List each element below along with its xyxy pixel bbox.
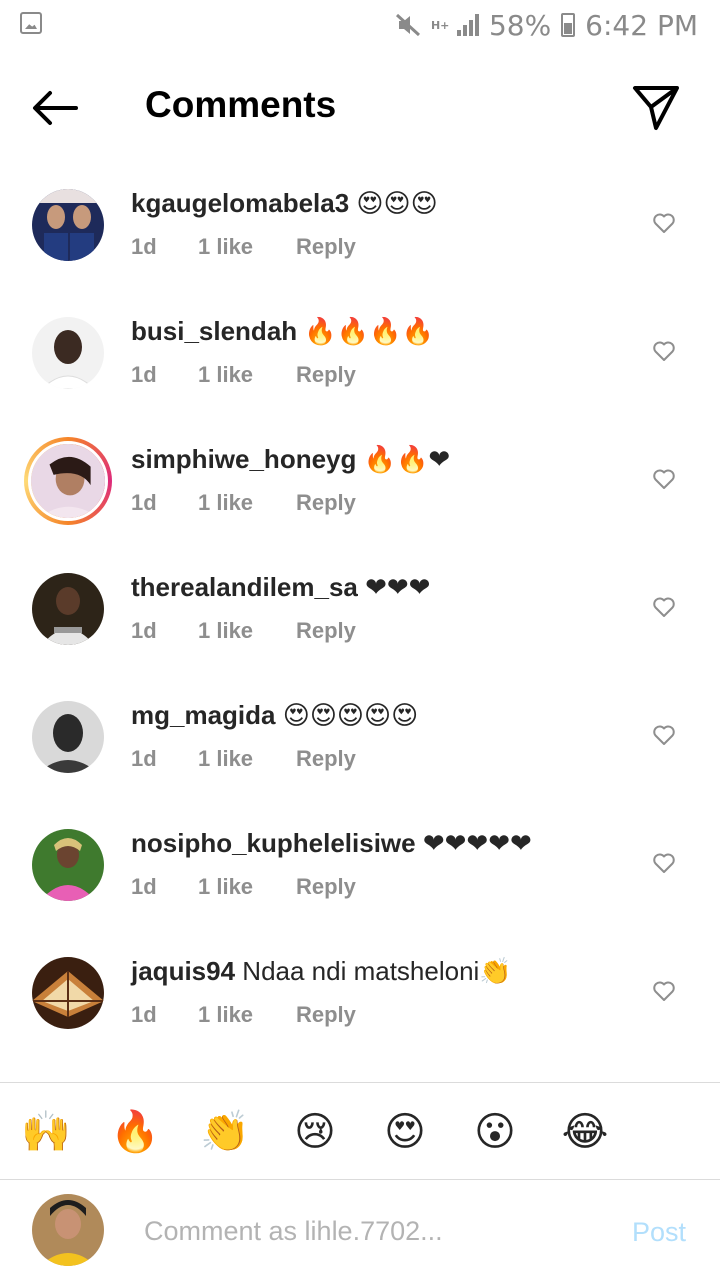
comment-meta: 1d 1 like Reply xyxy=(131,361,356,389)
comment-meta: 1d 1 like Reply xyxy=(131,873,356,901)
comment-likes[interactable]: 1 like xyxy=(198,745,296,773)
emoji-clapping-button[interactable]: 👏 xyxy=(200,1107,250,1157)
heart-icon[interactable] xyxy=(652,724,676,746)
comment-meta: 1d 1 like Reply xyxy=(131,1001,356,1029)
comment-text: busi_slendah 🔥🔥🔥🔥 xyxy=(131,314,434,348)
comment-text: therealandilem_sa ❤❤❤ xyxy=(131,570,430,604)
comment-composer: Post xyxy=(0,1181,720,1280)
avatar[interactable] xyxy=(32,573,104,645)
reply-button[interactable]: Reply xyxy=(296,233,356,261)
comment-row: simphiwe_honeyg 🔥🔥❤ 1d 1 like Reply xyxy=(0,416,720,544)
reply-button[interactable]: Reply xyxy=(296,489,356,517)
comment-username[interactable]: simphiwe_honeyg xyxy=(131,444,356,474)
status-indicators: H+ 58% 6:42 PM xyxy=(395,8,698,42)
comments-list: kgaugelomabela3 😍😍😍 1d 1 like Reply busi… xyxy=(0,160,720,1056)
emoji-surprised-button[interactable]: 😮 xyxy=(470,1107,520,1157)
comment-time: 1d xyxy=(131,618,157,643)
network-type: H+ xyxy=(430,18,450,32)
comment-meta: 1d 1 like Reply xyxy=(131,745,356,773)
comment-time: 1d xyxy=(131,234,157,259)
heart-icon[interactable] xyxy=(652,596,676,618)
header: Comments xyxy=(0,50,720,160)
battery-icon xyxy=(561,13,576,37)
comment-time: 1d xyxy=(131,362,157,387)
comment-time: 1d xyxy=(131,1002,157,1027)
heart-icon[interactable] xyxy=(652,340,676,362)
mute-icon xyxy=(395,13,420,37)
heart-icon[interactable] xyxy=(652,468,676,490)
avatar[interactable] xyxy=(32,189,104,261)
comment-body: 🔥🔥❤ xyxy=(356,444,451,474)
comment-username[interactable]: therealandilem_sa xyxy=(131,572,358,602)
comment-username[interactable]: jaquis94 xyxy=(131,956,235,986)
comment-row: therealandilem_sa ❤❤❤ 1d 1 like Reply xyxy=(0,544,720,672)
emoji-quick-bar: 🙌 🔥 👏 😢 😍 😮 😂 xyxy=(0,1082,720,1180)
comment-likes[interactable]: 1 like xyxy=(198,233,296,261)
emoji-heart-eyes-button[interactable]: 😍 xyxy=(380,1107,430,1157)
comment-text: jaquis94 Ndaa ndi matsheloni👏 xyxy=(131,954,512,988)
comment-username[interactable]: kgaugelomabela3 xyxy=(131,188,349,218)
status-time: 6:42 PM xyxy=(585,8,698,42)
comment-body: 😍😍😍 xyxy=(349,188,438,218)
comment-text: mg_magida 😍😍😍😍😍 xyxy=(131,698,418,732)
reply-button[interactable]: Reply xyxy=(296,1001,356,1029)
gallery-notification-icon xyxy=(20,12,42,34)
comment-body: Ndaa ndi matsheloni👏 xyxy=(235,956,512,986)
signal-icon xyxy=(456,14,479,36)
emoji-raising-hands-button[interactable]: 🙌 xyxy=(21,1107,71,1157)
comment-likes[interactable]: 1 like xyxy=(198,1001,296,1029)
comment-text: simphiwe_honeyg 🔥🔥❤ xyxy=(131,442,450,476)
post-button[interactable]: Post xyxy=(632,1215,686,1249)
comment-body: ❤❤❤ xyxy=(357,572,431,602)
comment-input[interactable] xyxy=(144,1209,604,1253)
comment-time: 1d xyxy=(131,490,157,515)
emoji-crying-button[interactable]: 😢 xyxy=(290,1107,340,1157)
comment-body: 🔥🔥🔥🔥 xyxy=(297,316,434,346)
reply-button[interactable]: Reply xyxy=(296,361,356,389)
avatar-story-ring[interactable] xyxy=(24,437,112,525)
emoji-fire-button[interactable]: 🔥 xyxy=(110,1107,160,1157)
comment-text: kgaugelomabela3 😍😍😍 xyxy=(131,186,438,220)
comment-row: mg_magida 😍😍😍😍😍 1d 1 like Reply xyxy=(0,672,720,800)
avatar xyxy=(28,441,108,521)
reply-button[interactable]: Reply xyxy=(296,617,356,645)
comment-time: 1d xyxy=(131,746,157,771)
comment-body: ❤❤❤❤❤ xyxy=(415,828,532,858)
comment-text: nosipho_kuphelelisiwe ❤❤❤❤❤ xyxy=(131,826,532,860)
comment-row: busi_slendah 🔥🔥🔥🔥 1d 1 like Reply xyxy=(0,288,720,416)
current-user-avatar xyxy=(32,1194,104,1266)
comment-meta: 1d 1 like Reply xyxy=(131,617,356,645)
comment-likes[interactable]: 1 like xyxy=(198,489,296,517)
heart-icon[interactable] xyxy=(652,980,676,1002)
reply-button[interactable]: Reply xyxy=(296,745,356,773)
avatar[interactable] xyxy=(32,317,104,389)
comment-row: nosipho_kuphelelisiwe ❤❤❤❤❤ 1d 1 like Re… xyxy=(0,800,720,928)
avatar[interactable] xyxy=(32,829,104,901)
comment-time: 1d xyxy=(131,874,157,899)
comment-meta: 1d 1 like Reply xyxy=(131,233,356,261)
comment-username[interactable]: nosipho_kuphelelisiwe xyxy=(131,828,416,858)
page-title: Comments xyxy=(145,84,337,125)
heart-icon[interactable] xyxy=(652,852,676,874)
comment-row: kgaugelomabela3 😍😍😍 1d 1 like Reply xyxy=(0,160,720,288)
avatar[interactable] xyxy=(32,701,104,773)
comment-likes[interactable]: 1 like xyxy=(198,873,296,901)
status-bar: H+ 58% 6:42 PM xyxy=(0,0,720,50)
comment-username[interactable]: busi_slendah xyxy=(131,316,297,346)
heart-icon[interactable] xyxy=(652,212,676,234)
emoji-laughing-button[interactable]: 😂 xyxy=(560,1107,610,1157)
paper-plane-icon[interactable] xyxy=(628,80,684,136)
arrow-left-icon[interactable] xyxy=(26,80,82,136)
reply-button[interactable]: Reply xyxy=(296,873,356,901)
avatar[interactable] xyxy=(32,957,104,1029)
comment-likes[interactable]: 1 like xyxy=(198,617,296,645)
comment-body: 😍😍😍😍😍 xyxy=(275,700,419,730)
comment-username[interactable]: mg_magida xyxy=(131,700,276,730)
comment-likes[interactable]: 1 like xyxy=(198,361,296,389)
battery-percent: 58% xyxy=(488,8,552,42)
comment-row: jaquis94 Ndaa ndi matsheloni👏 1d 1 like … xyxy=(0,928,720,1056)
comment-meta: 1d 1 like Reply xyxy=(131,489,356,517)
